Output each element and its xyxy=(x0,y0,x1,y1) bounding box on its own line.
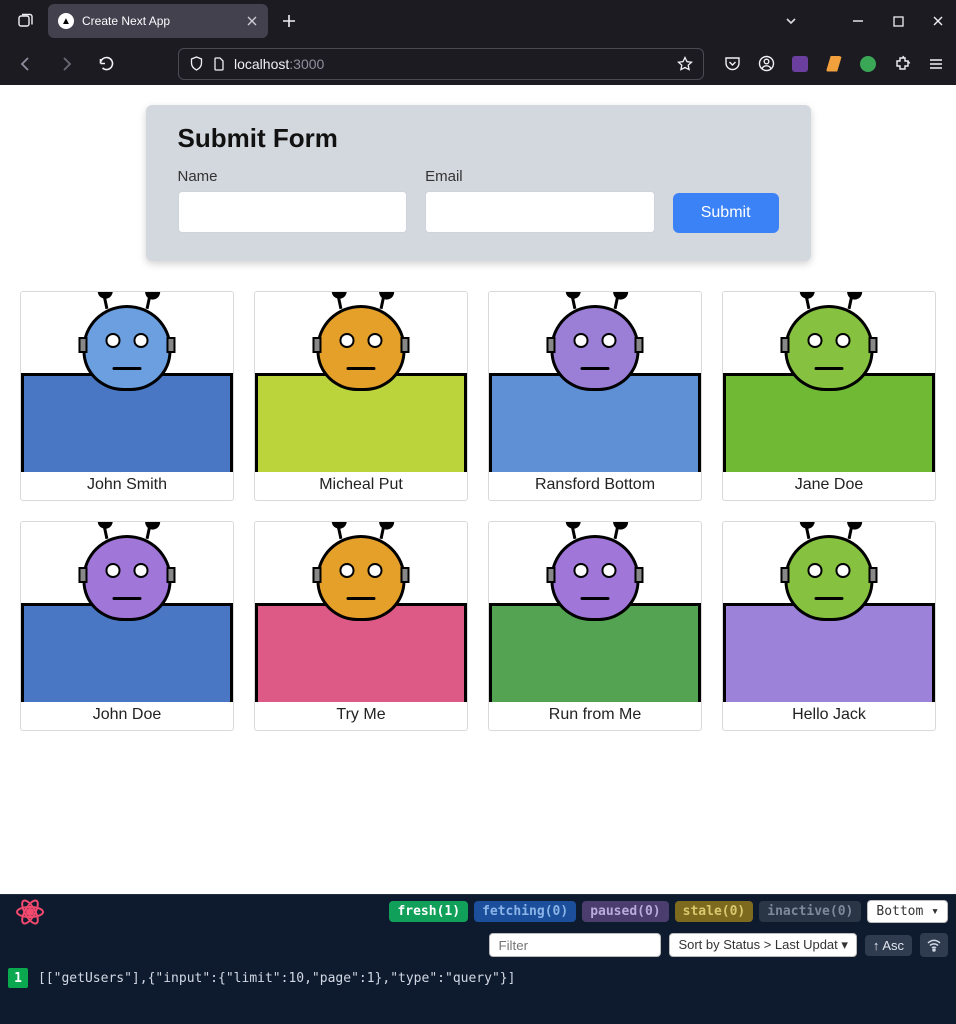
tab-favicon-icon: ▲ xyxy=(58,13,74,29)
badge-fetching[interactable]: fetching(0) xyxy=(474,901,576,922)
email-input[interactable] xyxy=(425,191,655,233)
extension-icon-3[interactable] xyxy=(858,54,878,74)
badge-inactive[interactable]: inactive(0) xyxy=(759,901,861,922)
submit-form-card: Submit Form Name Email Submit xyxy=(146,105,811,261)
window-close-button[interactable] xyxy=(928,15,948,27)
user-name: John Smith xyxy=(21,472,233,500)
name-input[interactable] xyxy=(178,191,408,233)
user-card[interactable]: Micheal Put xyxy=(254,291,468,501)
query-row[interactable]: 1 [["getUsers"],{"input":{"limit":10,"pa… xyxy=(0,962,956,994)
tab-title: Create Next App xyxy=(82,14,170,28)
filter-input[interactable] xyxy=(489,933,661,957)
form-title: Submit Form xyxy=(178,123,779,154)
tab-overview-button[interactable] xyxy=(8,6,42,36)
user-grid: John Smith Micheal Put xyxy=(20,291,936,731)
submit-button[interactable]: Submit xyxy=(673,193,779,233)
app-menu-icon[interactable] xyxy=(926,54,946,74)
pocket-icon[interactable] xyxy=(722,54,742,74)
titlebar: ▲ Create Next App xyxy=(0,0,956,42)
user-name: Micheal Put xyxy=(255,472,467,500)
user-card[interactable]: Hello Jack xyxy=(722,521,936,731)
user-card[interactable]: Ransford Bottom xyxy=(488,291,702,501)
react-query-devtools: fresh(1) fetching(0) paused(0) stale(0) … xyxy=(0,894,956,1024)
url-host: localhost xyxy=(234,56,289,72)
user-name: Try Me xyxy=(255,702,467,730)
user-name: Run from Me xyxy=(489,702,701,730)
avatar xyxy=(255,292,467,472)
extension-icon-1[interactable] xyxy=(790,54,810,74)
user-card[interactable]: John Doe xyxy=(20,521,234,731)
user-name: Jane Doe xyxy=(723,472,935,500)
user-card[interactable]: Jane Doe xyxy=(722,291,936,501)
avatar xyxy=(255,522,467,702)
sort-direction-button[interactable]: ↑ Asc xyxy=(865,935,912,956)
name-label: Name xyxy=(178,168,408,185)
back-button[interactable] xyxy=(10,48,42,80)
badge-paused[interactable]: paused(0) xyxy=(582,901,668,922)
browser-toolbar: localhost:3000 xyxy=(0,42,956,85)
page-content: Submit Form Name Email Submit xyxy=(0,85,956,894)
avatar xyxy=(489,522,701,702)
new-tab-button[interactable] xyxy=(274,6,304,36)
browser-tab[interactable]: ▲ Create Next App xyxy=(48,4,268,38)
shield-icon xyxy=(189,56,204,71)
user-name: Hello Jack xyxy=(723,702,935,730)
page-info-icon xyxy=(212,57,226,71)
query-key: [["getUsers"],{"input":{"limit":10,"page… xyxy=(38,971,515,986)
react-query-logo-icon[interactable] xyxy=(14,896,46,928)
sort-select[interactable]: Sort by Status > Last Updat ▾ xyxy=(669,933,856,957)
position-select[interactable]: Bottom ▾ xyxy=(867,900,948,923)
tab-close-button[interactable] xyxy=(246,15,258,27)
badge-stale[interactable]: stale(0) xyxy=(675,901,754,922)
extension-icon-2[interactable] xyxy=(824,54,844,74)
user-name: Ransford Bottom xyxy=(489,472,701,500)
window-minimize-button[interactable] xyxy=(848,15,868,27)
email-label: Email xyxy=(425,168,655,185)
user-card[interactable]: John Smith xyxy=(20,291,234,501)
reload-button[interactable] xyxy=(90,48,122,80)
badge-fresh[interactable]: fresh(1) xyxy=(389,901,468,922)
user-name: John Doe xyxy=(21,702,233,730)
bookmark-icon[interactable] xyxy=(677,56,693,72)
avatar xyxy=(21,522,233,702)
avatar xyxy=(723,292,935,472)
observer-count: 1 xyxy=(8,968,28,988)
browser-chrome: ▲ Create Next App localhost:3000 xyxy=(0,0,956,85)
account-icon[interactable] xyxy=(756,54,776,74)
tab-dropdown-button[interactable] xyxy=(784,14,798,28)
forward-button xyxy=(50,48,82,80)
avatar xyxy=(723,522,935,702)
user-card[interactable]: Try Me xyxy=(254,521,468,731)
network-mode-button[interactable] xyxy=(920,933,948,957)
window-maximize-button[interactable] xyxy=(888,16,908,27)
avatar xyxy=(489,292,701,472)
extensions-icon[interactable] xyxy=(892,54,912,74)
user-card[interactable]: Run from Me xyxy=(488,521,702,731)
avatar xyxy=(21,292,233,472)
url-port: :3000 xyxy=(289,56,324,72)
url-bar[interactable]: localhost:3000 xyxy=(178,48,704,80)
